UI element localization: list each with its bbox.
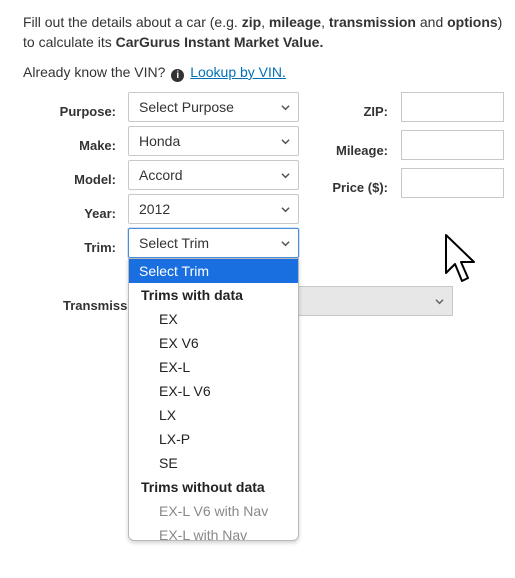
- trim-option-disabled: EX-L V6 with Nav: [159, 503, 269, 519]
- trim-select-value: Select Trim: [139, 235, 210, 251]
- chevron-down-icon: [435, 299, 444, 305]
- mileage-label: Mileage:: [335, 143, 388, 158]
- price-label: Price ($):: [332, 180, 388, 195]
- intro-keyword-mileage: mileage: [268, 14, 322, 30]
- chevron-down-icon: [281, 139, 290, 145]
- trim-dropdown-list[interactable]: Select Trim Trims with data EX EX V6 EX-…: [128, 258, 299, 541]
- info-icon[interactable]: i: [171, 69, 185, 82]
- model-select-value: Accord: [139, 167, 183, 183]
- intro-keyword-zip: zip: [241, 14, 262, 30]
- year-select[interactable]: 2012: [128, 194, 299, 224]
- chevron-down-icon: [281, 207, 290, 213]
- zip-label: ZIP:: [363, 104, 388, 119]
- vin-lookup-line: Already know the VIN? i Lookup by VIN.: [23, 62, 286, 82]
- chevron-down-icon: [281, 241, 290, 247]
- purpose-label: Purpose:: [59, 104, 116, 119]
- intro-text: Fill out the details about a car (e.g. z…: [23, 12, 508, 52]
- chevron-down-icon: [281, 105, 290, 111]
- intro-text-part: Fill out the details about a car (e.g.: [23, 14, 242, 30]
- intro-imv-name: CarGurus Instant Market Value.: [115, 34, 324, 50]
- trim-option[interactable]: EX: [129, 307, 298, 331]
- trim-option[interactable]: EX V6: [129, 331, 298, 355]
- zip-input[interactable]: [401, 92, 504, 122]
- mouse-pointer-icon: [445, 234, 475, 282]
- trim-group-with-data: Trims with data: [141, 287, 243, 303]
- intro-comma: ,: [261, 14, 269, 30]
- year-select-value: 2012: [139, 201, 171, 217]
- intro-comma: ,: [321, 14, 329, 30]
- price-input[interactable]: [401, 168, 504, 198]
- trim-option[interactable]: EX-L V6: [129, 379, 298, 403]
- trim-option[interactable]: EX-L: [129, 355, 298, 379]
- lookup-by-vin-link[interactable]: Lookup by VIN.: [190, 64, 286, 80]
- trim-group-without-data: Trims without data: [141, 479, 265, 495]
- purpose-select-value: Select Purpose: [139, 99, 234, 115]
- trim-option-selected[interactable]: Select Trim: [129, 259, 298, 283]
- year-label: Year:: [84, 206, 116, 221]
- model-select[interactable]: Accord: [128, 160, 299, 190]
- vin-question: Already know the VIN?: [23, 64, 166, 80]
- transmission-select: [280, 286, 453, 316]
- trim-option[interactable]: SE: [129, 451, 298, 475]
- intro-keyword-options: options: [447, 14, 498, 30]
- trim-option-disabled: EX-L with Nav: [159, 527, 248, 541]
- make-label: Make:: [79, 138, 116, 153]
- chevron-down-icon: [281, 173, 290, 179]
- make-select-value: Honda: [139, 133, 181, 149]
- mileage-input[interactable]: [401, 130, 504, 160]
- purpose-select[interactable]: Select Purpose: [128, 92, 299, 122]
- intro-keyword-transmission: transmission: [328, 14, 416, 30]
- intro-close-paren: ): [497, 14, 503, 30]
- trim-label: Trim:: [84, 240, 116, 255]
- intro-text-part: to calculate its: [23, 34, 116, 50]
- intro-and: and: [415, 14, 448, 30]
- model-label: Model:: [74, 172, 116, 187]
- make-select[interactable]: Honda: [128, 126, 299, 156]
- trim-select[interactable]: Select Trim: [128, 228, 299, 258]
- trim-option[interactable]: LX: [129, 403, 298, 427]
- trim-option[interactable]: LX-P: [129, 427, 298, 451]
